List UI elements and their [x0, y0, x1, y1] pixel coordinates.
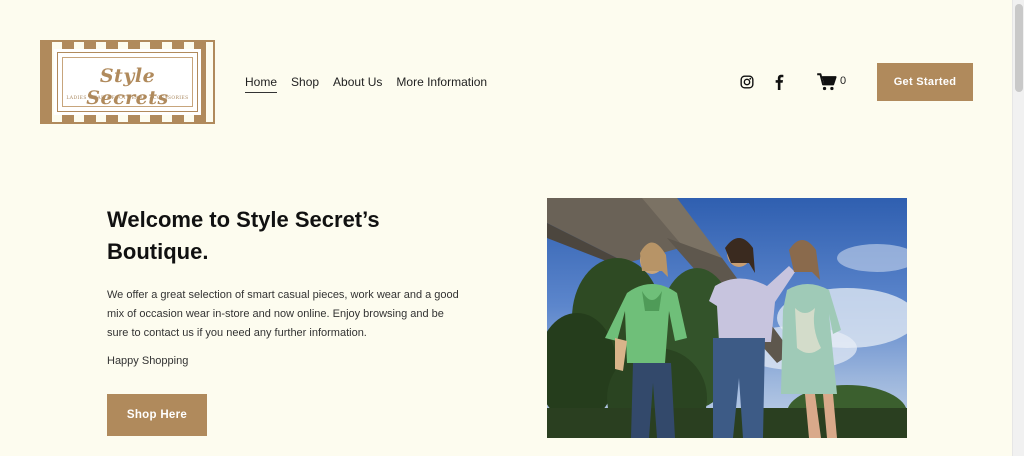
page-scrollbar[interactable] [1012, 0, 1024, 456]
page: Style Secrets LADIES WEAR • FOOTWEAR • A… [0, 0, 1024, 456]
scrollbar-thumb[interactable] [1015, 4, 1023, 92]
facebook-icon[interactable] [774, 74, 784, 90]
nav-item-more-information[interactable]: More Information [396, 75, 487, 93]
nav-item-home[interactable]: Home [245, 75, 278, 93]
nav-item-about-us[interactable]: About Us [333, 75, 382, 93]
cart-count: 0 [840, 75, 847, 87]
shop-here-button[interactable]: Shop Here [107, 394, 207, 436]
get-started-button[interactable]: Get Started [877, 63, 973, 101]
main-nav: Home Shop About Us More Information [245, 75, 487, 93]
cart-icon[interactable] [817, 73, 837, 91]
nav-item-shop[interactable]: Shop [291, 75, 319, 93]
instagram-icon[interactable] [740, 75, 754, 89]
brand-logo[interactable]: Style Secrets LADIES WEAR • FOOTWEAR • A… [40, 40, 215, 124]
hero-image [547, 198, 907, 438]
logo-panel: Style Secrets LADIES WEAR • FOOTWEAR • A… [57, 52, 198, 112]
hero-paragraph: We offer a great selection of smart casu… [107, 289, 459, 339]
logo-title: Style Secrets [86, 65, 169, 109]
hero-photo-illustration [547, 198, 907, 438]
hero-closing: Happy Shopping [107, 355, 189, 367]
hero-heading: Welcome to Style Secret’s Boutique. [107, 207, 380, 264]
logo-subtitle: LADIES WEAR • FOOTWEAR • ACCESSORIES [66, 96, 189, 101]
